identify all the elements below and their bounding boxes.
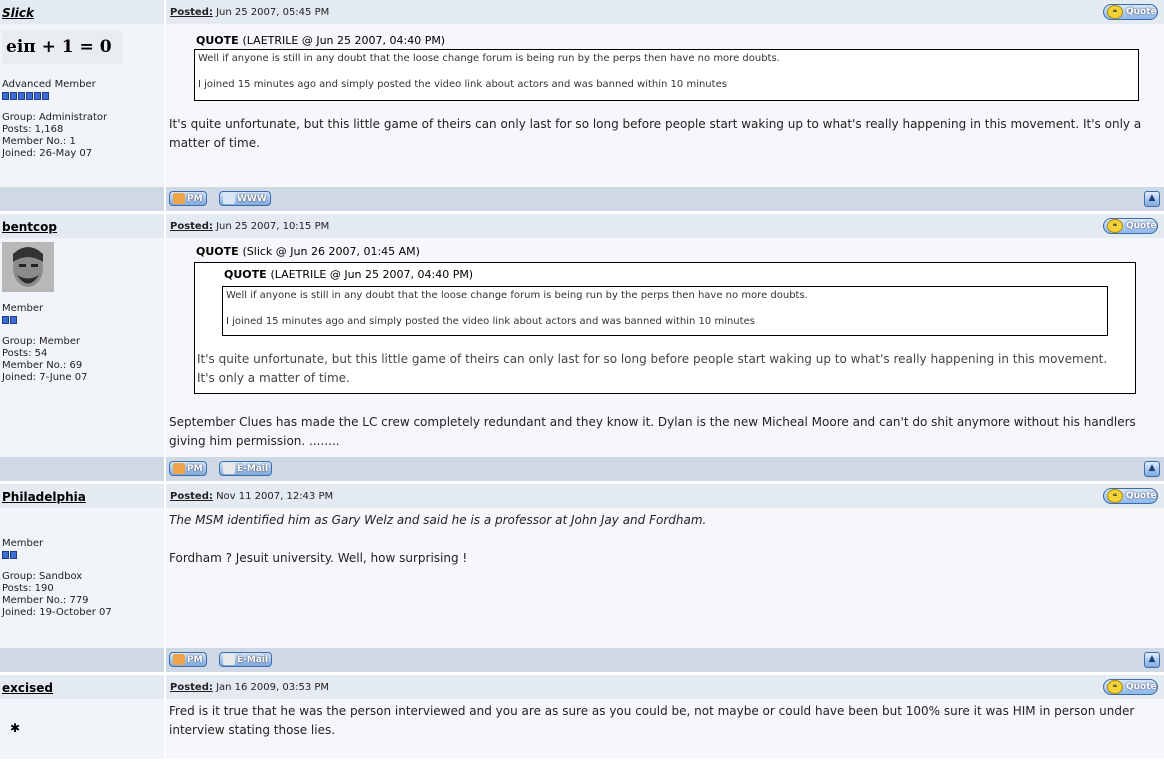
rank-pips	[2, 92, 107, 100]
pm-button[interactable]: PM	[169, 191, 207, 206]
users-icon	[173, 463, 185, 474]
post-body: eiπ + 1 = 0 Advanced Member Group: Admin…	[0, 24, 1164, 187]
quote-icon: ❝	[1107, 489, 1123, 503]
quote-icon: ❝	[1107, 5, 1123, 19]
post-footer: PM E-Mail ▲	[0, 648, 1164, 672]
user-info: Member Group: Sandbox Posts: 190 Member …	[2, 538, 112, 618]
quote-title: QUOTE (Slick @ Jun 26 2007, 01:45 AM)	[196, 245, 420, 258]
post-header: Philadelphia Posted: Nov 11 2007, 12:43 …	[0, 484, 1164, 508]
envelope-icon	[223, 463, 235, 474]
post-date: Posted: Jun 25 2007, 05:45 PM	[170, 7, 330, 18]
user-info: Advanced Member Group: Administrator Pos…	[2, 79, 108, 159]
quote-icon: ❝	[1107, 680, 1123, 694]
author-link[interactable]: bentcop	[2, 220, 57, 234]
post-4: excised Posted: Jan 16 2009, 03:53 PM ❝ Q…	[0, 675, 1164, 759]
author-link[interactable]: Slick	[2, 6, 34, 20]
post-body: Member Group: Sandbox Posts: 190 Member …	[0, 508, 1164, 648]
post-date: Posted: Jan 16 2009, 03:53 PM	[170, 682, 330, 693]
post-text: September Clues has made the LC crew com…	[169, 415, 1136, 448]
envelope-icon	[223, 654, 235, 665]
rank-pips	[2, 316, 87, 324]
post-body: Member Group: Member Posts: 54 Member No…	[0, 238, 1164, 457]
post-1: Slick Posted: Jun 25 2007, 05:45 PM ❝ Quo…	[0, 0, 1164, 211]
post-text: It's quite unfortunate, but this little …	[169, 117, 1142, 150]
author-link[interactable]: excised	[2, 681, 53, 695]
post-3: Philadelphia Posted: Nov 11 2007, 12:43 …	[0, 484, 1164, 672]
user-info: Member Group: Member Posts: 54 Member No…	[2, 303, 88, 383]
pm-button[interactable]: PM	[169, 652, 207, 667]
post-text: Fred is it true that he was the person i…	[169, 704, 1135, 737]
avatar: eiπ + 1 = 0	[2, 30, 122, 64]
avatar	[2, 242, 54, 292]
author-link[interactable]: Philadelphia	[2, 490, 86, 504]
post-date: Posted: Jun 25 2007, 10:15 PM	[170, 221, 330, 232]
scroll-top-icon[interactable]: ▲	[1144, 652, 1160, 668]
nested-quote-title: QUOTE (LAETRILE @ Jun 25 2007, 04:40 PM)	[224, 268, 474, 281]
post-body: ✱ Fred is it true that he was the person…	[0, 699, 1164, 759]
post-header: Slick Posted: Jun 25 2007, 05:45 PM ❝ Quo…	[0, 0, 1164, 24]
post-italic-text: The MSM identified him as Gary Welz and …	[169, 513, 707, 527]
scroll-top-icon[interactable]: ▲	[1144, 461, 1160, 477]
email-button[interactable]: E-Mail	[219, 652, 273, 667]
scroll-top-icon[interactable]: ▲	[1144, 191, 1160, 207]
pm-button[interactable]: PM	[169, 461, 207, 476]
quote-title: QUOTE (LAETRILE @ Jun 25 2007, 04:40 PM)	[196, 34, 446, 47]
rank-pips	[2, 551, 112, 559]
post-footer: PM WWW ▲	[0, 187, 1164, 211]
quote-box: QUOTE (LAETRILE @ Jun 25 2007, 04:40 PM)…	[194, 262, 1136, 394]
home-icon	[223, 193, 235, 204]
post-header: bentcop Posted: Jun 25 2007, 10:15 PM ❝ Q…	[0, 214, 1164, 238]
users-icon	[173, 654, 185, 665]
email-button[interactable]: E-Mail	[219, 461, 273, 476]
quote-button[interactable]: ❝ Quote	[1103, 218, 1158, 234]
post-date: Posted: Nov 11 2007, 12:43 PM	[170, 491, 334, 502]
post-2: bentcop Posted: Jun 25 2007, 10:15 PM ❝ Q…	[0, 214, 1164, 481]
quote-button[interactable]: ❝ Quote	[1103, 488, 1158, 504]
www-button[interactable]: WWW	[219, 191, 271, 206]
quote-box: Well if anyone is still in any doubt tha…	[194, 49, 1139, 101]
avatar: ✱	[10, 721, 21, 735]
nested-quote-box: Well if anyone is still in any doubt tha…	[222, 286, 1108, 336]
post-header: excised Posted: Jan 16 2009, 03:53 PM ❝ Q…	[0, 675, 1164, 699]
quote-icon: ❝	[1107, 219, 1123, 233]
quote-button[interactable]: ❝ Quote	[1103, 4, 1158, 20]
post-footer: PM E-Mail ▲	[0, 457, 1164, 481]
post-text: Fordham ? Jesuit university. Well, how s…	[169, 551, 468, 565]
quote-button[interactable]: ❝ Quote	[1103, 679, 1158, 695]
users-icon	[173, 193, 185, 204]
